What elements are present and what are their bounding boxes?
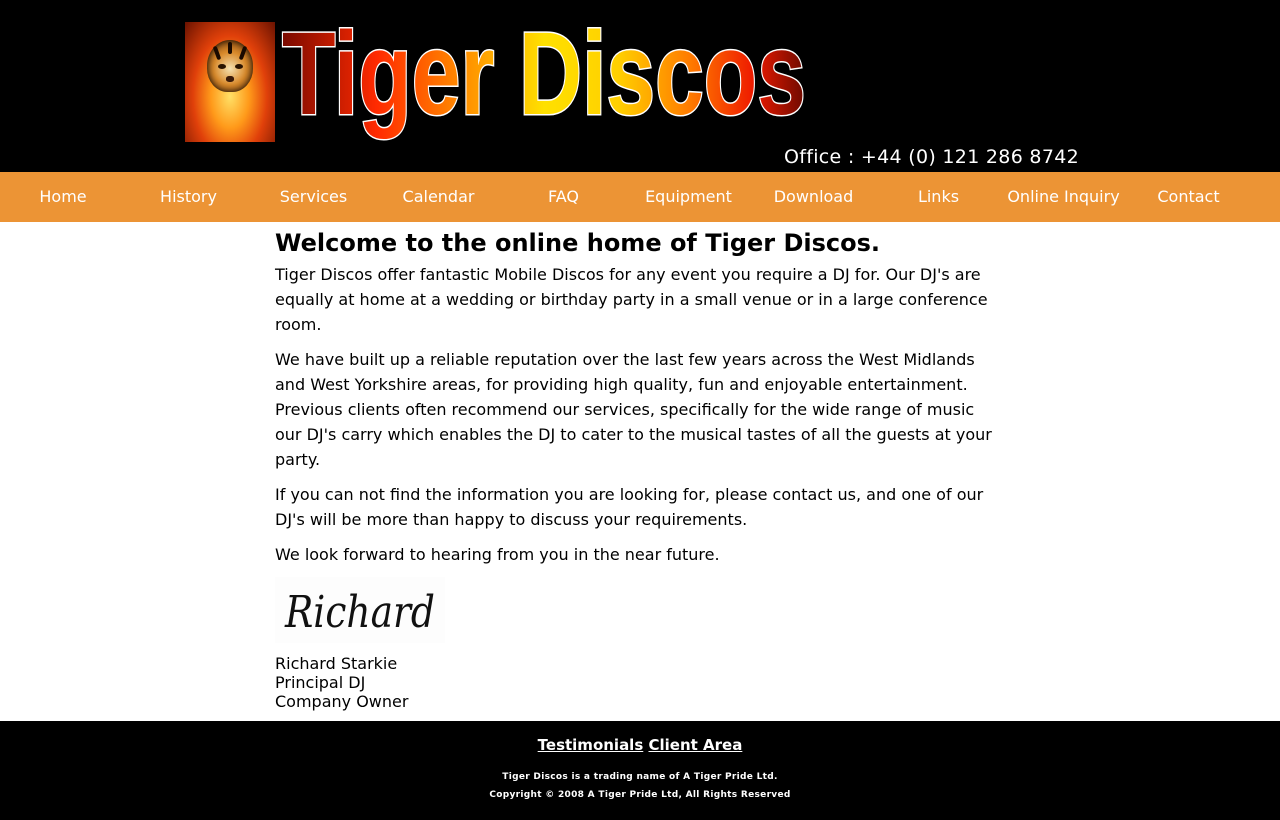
- nav-item-online-inquiry[interactable]: Online Inquiry: [1001, 172, 1126, 222]
- nav-item-equipment[interactable]: Equipment: [626, 172, 751, 222]
- nav-item-home[interactable]: Home: [0, 172, 126, 222]
- nav-item-contact[interactable]: Contact: [1126, 172, 1251, 222]
- nav-item-services[interactable]: Services: [251, 172, 376, 222]
- tiger-logo-image: [185, 22, 275, 142]
- site-logo[interactable]: Tiger Discos: [280, 14, 810, 148]
- nav-item-calendar[interactable]: Calendar: [376, 172, 501, 222]
- copyright-text: Copyright © 2008 A Tiger Pride Ltd, All …: [489, 790, 791, 800]
- tiger-eye: [235, 64, 243, 69]
- footer-legal: Tiger Discos is a trading name of A Tige…: [0, 768, 1280, 804]
- tiger-eye: [218, 64, 226, 69]
- footer-links: Testimonials Client Area: [0, 736, 1280, 754]
- site-footer: Testimonials Client Area Tiger Discos is…: [0, 721, 1280, 820]
- main-navigation: Home History Services Calendar FAQ Equip…: [0, 172, 1280, 222]
- nav-item-links[interactable]: Links: [876, 172, 1001, 222]
- page-title: Welcome to the online home of Tiger Disc…: [275, 229, 881, 257]
- signoff-name: Richard Starkie: [275, 654, 398, 673]
- site-header: Tiger Discos Office : +44 (0) 121 286 87…: [0, 0, 1280, 172]
- logo-text: Tiger Discos: [282, 14, 806, 140]
- nav-item-faq[interactable]: FAQ: [501, 172, 626, 222]
- main-content: Welcome to the online home of Tiger Disc…: [275, 222, 1005, 711]
- footer-link-client-area[interactable]: Client Area: [649, 736, 743, 754]
- reputation-paragraph: We have built up a reliable reputation o…: [275, 350, 992, 469]
- contact-paragraph: If you can not find the information you …: [275, 485, 984, 529]
- signoff-role: Principal DJ: [275, 673, 366, 692]
- closing-paragraph: We look forward to hearing from you in t…: [275, 545, 720, 564]
- footer-link-testimonials[interactable]: Testimonials: [538, 736, 644, 754]
- office-phone: Office : +44 (0) 121 286 8742: [784, 146, 1079, 168]
- signature-image: Richard: [275, 577, 445, 643]
- tiger-stripe: [228, 42, 232, 54]
- intro-paragraph: Tiger Discos offer fantastic Mobile Disc…: [275, 265, 988, 334]
- signature-text: Richard: [284, 587, 435, 638]
- signoff-block: Richard Starkie Principal DJ Company Own…: [275, 654, 408, 711]
- trading-name-text: Tiger Discos is a trading name of A Tige…: [502, 772, 778, 782]
- nav-item-download[interactable]: Download: [751, 172, 876, 222]
- signoff-title: Company Owner: [275, 692, 409, 711]
- nav-item-history[interactable]: History: [126, 172, 251, 222]
- tiger-nose: [226, 76, 234, 82]
